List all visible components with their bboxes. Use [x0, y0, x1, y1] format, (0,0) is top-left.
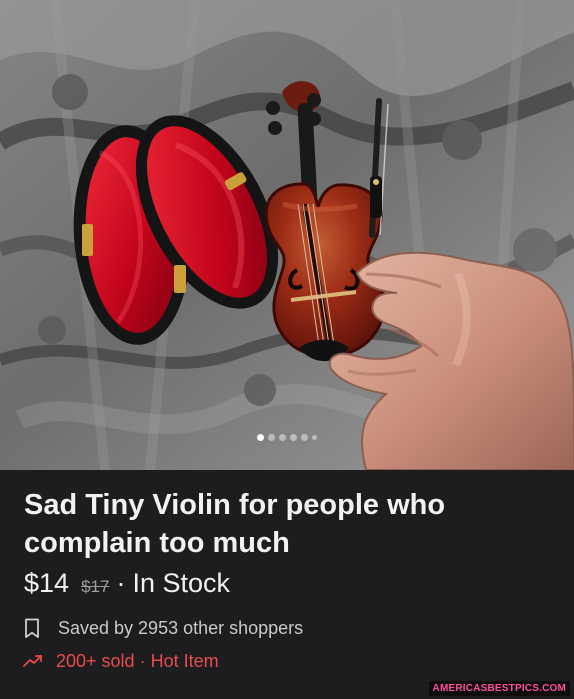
photo-dot[interactable]: [290, 434, 297, 441]
photo-dot[interactable]: [279, 434, 286, 441]
product-title: Sad Tiny Violin for people who complain …: [24, 489, 446, 559]
price-separator: ·: [116, 568, 126, 598]
watermark: AMERICASBESTPICS.COM: [428, 681, 570, 696]
sold-count: 200+ sold: [56, 651, 135, 671]
sales-separator: ·: [139, 651, 146, 671]
price-row: $14 $17 · In Stock: [24, 566, 230, 604]
original-price: $17: [81, 577, 110, 596]
saved-count-text: Saved by 2953 other shoppers: [58, 618, 304, 638]
trending-up-icon: [23, 655, 42, 667]
photo-dot[interactable]: [301, 434, 308, 441]
hot-item-label: Hot Item: [150, 651, 219, 671]
sales-row: 200+ sold · Hot Item: [22, 649, 219, 673]
product-info-panel: Sad Tiny Violin for people who complain …: [0, 470, 574, 699]
photo-dot[interactable]: [312, 435, 317, 440]
photo-pagination[interactable]: [0, 434, 574, 441]
saved-row[interactable]: Saved by 2953 other shoppers: [24, 616, 303, 640]
product-listing-screen: Sad Tiny Violin for people who complain …: [0, 0, 574, 699]
violin-photo-art: [0, 0, 574, 470]
photo-dot-active[interactable]: [257, 434, 264, 441]
current-price: $14: [24, 568, 70, 598]
bookmark-icon[interactable]: [24, 618, 40, 639]
product-photo[interactable]: [0, 0, 574, 470]
photo-dot[interactable]: [268, 434, 275, 441]
stock-status: In Stock: [132, 568, 230, 598]
